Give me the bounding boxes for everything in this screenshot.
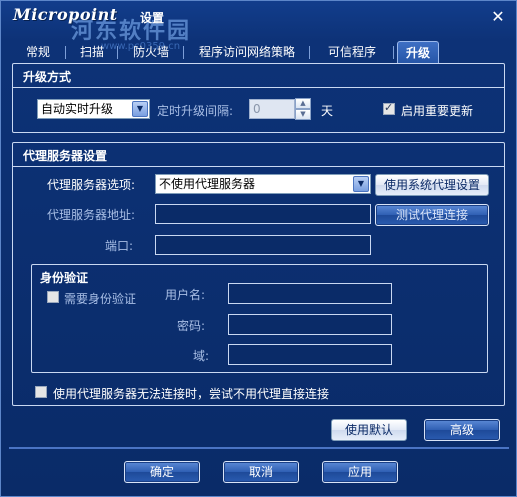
proxy-option-label: 代理服务器选项: xyxy=(47,178,136,192)
password-input[interactable] xyxy=(228,314,392,335)
tab-program-network-policy[interactable]: 程序访问网络策略 xyxy=(187,41,307,63)
apply-button[interactable]: 应用 xyxy=(322,461,398,483)
advanced-button[interactable]: 高级 xyxy=(424,419,500,441)
username-input[interactable] xyxy=(228,283,392,304)
domain-label: 域: xyxy=(193,349,210,363)
auth-group: 身份验证 需要身份验证 用户名: 密码: 域: xyxy=(31,264,488,373)
cancel-button[interactable]: 取消 xyxy=(223,461,299,483)
tab-divider xyxy=(65,46,66,59)
password-label: 密码: xyxy=(177,319,206,333)
tab-firewall[interactable]: 防火墙 xyxy=(121,41,181,63)
auth-title: 身份验证 xyxy=(40,271,89,285)
auth-required-checkbox[interactable] xyxy=(47,291,59,303)
footer-divider xyxy=(9,447,509,449)
tab-divider xyxy=(393,46,394,59)
upgrade-mode-value: 自动实时升级 xyxy=(41,102,114,116)
tab-divider xyxy=(183,46,184,59)
port-label: 端口: xyxy=(105,239,134,253)
group-divider xyxy=(13,166,504,167)
upgrade-mode-group: 升级方式 自动实时升级 ▼ 定时升级间隔: 0 ▲ ▼ 天 启用重要更新 xyxy=(12,63,505,133)
interval-input[interactable]: 0 xyxy=(249,99,295,119)
interval-unit: 天 xyxy=(321,104,334,118)
username-label: 用户名: xyxy=(165,288,206,302)
tab-scan[interactable]: 扫描 xyxy=(69,41,115,63)
auth-required-label: 需要身份验证 xyxy=(64,292,137,306)
fallback-direct-checkbox[interactable] xyxy=(35,386,47,398)
tab-general[interactable]: 常规 xyxy=(13,41,63,63)
proxy-option-value: 不使用代理服务器 xyxy=(159,177,256,191)
proxy-settings-group: 代理服务器设置 代理服务器选项: 不使用代理服务器 ▼ 使用系统代理设置 代理服… xyxy=(12,142,505,406)
tab-divider xyxy=(309,46,310,59)
tab-upgrade[interactable]: 升级 xyxy=(397,41,439,63)
important-updates-label: 启用重要更新 xyxy=(401,104,474,118)
settings-window: Micropoint 河东软件园 www.pc0359.cn 设置 ✕ 常规 扫… xyxy=(0,0,517,497)
proxy-address-label: 代理服务器地址: xyxy=(47,208,136,222)
triangle-down-icon[interactable]: ▼ xyxy=(295,109,311,120)
interval-stepper[interactable]: ▲ ▼ xyxy=(295,98,311,120)
brand-logo: Micropoint xyxy=(13,5,118,24)
ok-button[interactable]: 确定 xyxy=(124,461,200,483)
proxy-settings-title: 代理服务器设置 xyxy=(23,149,108,163)
group-divider xyxy=(13,87,504,88)
domain-input[interactable] xyxy=(228,344,392,365)
port-input[interactable] xyxy=(155,235,371,255)
close-icon[interactable]: ✕ xyxy=(490,9,506,25)
chevron-down-icon[interactable]: ▼ xyxy=(132,101,148,117)
proxy-address-input[interactable] xyxy=(155,204,371,224)
title-bar: Micropoint 河东软件园 www.pc0359.cn 设置 ✕ xyxy=(1,1,516,52)
proxy-option-select[interactable]: 不使用代理服务器 ▼ xyxy=(155,174,371,194)
fallback-direct-label: 使用代理服务器无法连接时，尝试不用代理直接连接 xyxy=(53,387,330,401)
triangle-up-icon[interactable]: ▲ xyxy=(295,98,311,109)
use-system-proxy-button[interactable]: 使用系统代理设置 xyxy=(375,174,489,196)
interval-label: 定时升级间隔: xyxy=(157,104,234,118)
use-defaults-button[interactable]: 使用默认 xyxy=(331,419,407,441)
window-title: 设置 xyxy=(140,11,165,25)
tab-trusted-programs[interactable]: 可信程序 xyxy=(313,41,391,63)
chevron-down-icon[interactable]: ▼ xyxy=(353,176,369,192)
tab-divider xyxy=(117,46,118,59)
upgrade-mode-title: 升级方式 xyxy=(23,70,72,84)
upgrade-mode-select[interactable]: 自动实时升级 ▼ xyxy=(37,99,150,119)
test-proxy-button[interactable]: 测试代理连接 xyxy=(375,204,489,226)
important-updates-checkbox[interactable] xyxy=(383,101,395,115)
